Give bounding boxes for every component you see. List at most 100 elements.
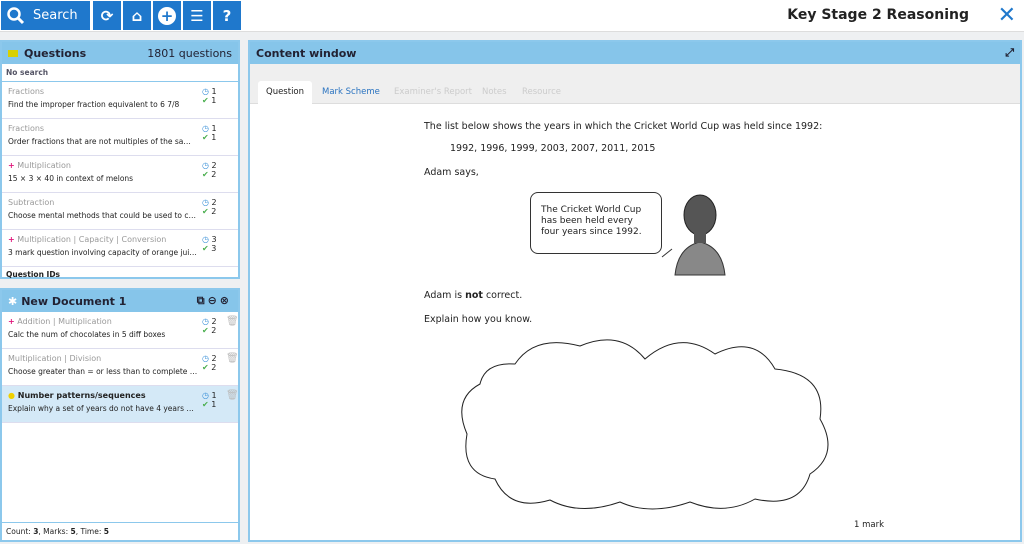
clock-icon: ◷ [202,235,209,244]
item-marks: 2 [211,170,217,179]
count-label: Count: [6,527,34,536]
adam-is: Adam is [424,290,466,301]
check-icon: ✔ [202,326,209,335]
search-button[interactable]: Search [1,1,90,30]
explain-prompt: Explain how you know. [424,314,533,325]
refresh-icon: ⟳ [100,6,114,25]
list-item[interactable]: ● Number patterns/sequences Explain why … [2,386,239,423]
item-time: 1 [211,87,217,96]
tab-examiners-report[interactable]: Examiner's Report [386,81,480,104]
clock-icon: ◷ [202,124,209,133]
check-icon: ✔ [202,96,209,105]
external-link-icon[interactable]: ⧉ [197,294,208,307]
app-title: Key Stage 2 Reasoning [787,7,969,23]
content-title: Content window [256,46,357,60]
trash-icon[interactable]: 🗑 [226,353,239,364]
item-category: Fractions [8,124,45,133]
tab-mark-scheme[interactable]: Mark Scheme [314,81,388,104]
home-icon: ⌂ [131,6,143,25]
years-list: 1992, 1996, 1999, 2003, 2007, 2011, 2015 [450,143,656,154]
check-icon: ✔ [202,400,209,409]
answer-cloud[interactable] [455,334,840,514]
tab-notes[interactable]: Notes [474,81,515,104]
list-button[interactable]: ☰ [183,1,211,30]
check-icon: ✔ [202,133,209,142]
refresh-button[interactable]: ⟳ [93,1,121,30]
item-description: Explain why a set of years do not have 4… [8,404,198,413]
question-intro: The list below shows the years in which … [424,121,823,132]
minus-circle-icon[interactable]: ⊖ [208,294,220,307]
item-description: 15 × 3 × 40 in context of melons [8,174,134,183]
star-icon: ✱ [8,294,18,308]
speech-text: The Cricket World Cup has been held ever… [541,205,642,237]
item-time: 2 [211,198,217,207]
item-category: Multiplication | Division [8,354,102,363]
questions-count: 1801 questions [147,46,232,60]
item-description: Calc the num of chocolates in 5 diff box… [8,330,166,339]
speech-bubble: The Cricket World Cup has been held ever… [530,192,662,254]
trash-icon[interactable]: 🗑 [226,316,239,327]
item-marks: 2 [211,207,217,216]
document-panel: ✱ New Document 1 ⧉⊖⊗ + Addition | Multip… [0,288,240,542]
help-button[interactable]: ? [213,1,241,30]
document-stats: Count: 3, Marks: 5, Time: 5 [2,522,238,540]
item-description: Choose mental methods that could be used… [8,211,198,220]
item-marks: 1 [211,133,217,142]
list-item[interactable]: Fractions Find the improper fraction equ… [2,82,238,119]
item-time: 2 [211,354,217,363]
plus-icon: + [8,317,15,326]
adam-statement: Adam is not correct. [424,290,522,301]
item-category: Addition | Multiplication [17,317,112,326]
toolbar: Search ⟳ ⌂ + ☰ ? Key Stage 2 Reasoning ✕ [0,0,1024,32]
item-marks: 1 [211,400,217,409]
trash-icon[interactable]: 🗑 [226,390,239,401]
list-item[interactable]: + Multiplication | Capacity | Conversion… [2,230,238,267]
tab-question[interactable]: Question [258,81,313,104]
home-button[interactable]: ⌂ [123,1,151,30]
check-icon: ✔ [202,207,209,216]
marks-label: 1 mark [854,520,885,530]
adam-says: Adam says, [424,167,479,178]
help-icon: ? [222,6,232,25]
item-marks: 2 [211,326,217,335]
item-marks: 1 [211,96,217,105]
adam-illustration [661,194,726,276]
search-label: Search [33,8,78,23]
item-time: 1 [211,391,217,400]
yellow-dot-icon: ● [8,391,15,400]
item-marks: 2 [211,363,217,372]
list-item[interactable]: Subtraction Choose mental methods that c… [2,193,238,230]
tab-resource[interactable]: Resource [514,81,569,104]
item-time: 3 [211,235,217,244]
item-category: Subtraction [8,198,55,207]
expand-icon[interactable]: ⤢ [1005,46,1014,60]
plus-icon: + [8,161,15,170]
check-icon: ✔ [202,363,209,372]
list-item[interactable]: Multiplication | Division Choose greater… [2,349,239,386]
questions-header: Questions 1801 questions [2,42,238,64]
questions-panel: Questions 1801 questions No search Fract… [0,40,240,279]
clock-icon: ◷ [202,198,209,207]
clock-icon: ◷ [202,354,209,363]
close-circle-icon[interactable]: ⊗ [220,294,232,307]
questions-title: Questions [24,46,87,60]
item-category: Multiplication [17,161,71,170]
clock-icon: ◷ [202,391,209,400]
add-button[interactable]: + [153,1,181,30]
check-icon: ✔ [202,244,209,253]
clock-icon: ◷ [202,161,209,170]
check-icon: ✔ [202,170,209,179]
plus-icon: + [8,235,15,244]
item-category: Number patterns/sequences [17,391,146,400]
document-header: ✱ New Document 1 ⧉⊖⊗ [2,290,238,312]
list-item[interactable]: Fractions Order fractions that are not m… [2,119,238,156]
clock-icon: ◷ [202,317,209,326]
close-icon[interactable]: ✕ [998,3,1016,28]
document-actions: ⧉⊖⊗ [197,294,232,308]
item-description: 3 mark question involving capacity of or… [8,248,198,257]
list-item[interactable]: + Addition | Multiplication Calc the num… [2,312,239,349]
content-header: Content window ⤢ [250,42,1020,64]
list-item[interactable]: + Multiplication 15 × 3 × 40 in context … [2,156,238,193]
not-bold: not [465,290,483,301]
item-time: 2 [211,317,217,326]
